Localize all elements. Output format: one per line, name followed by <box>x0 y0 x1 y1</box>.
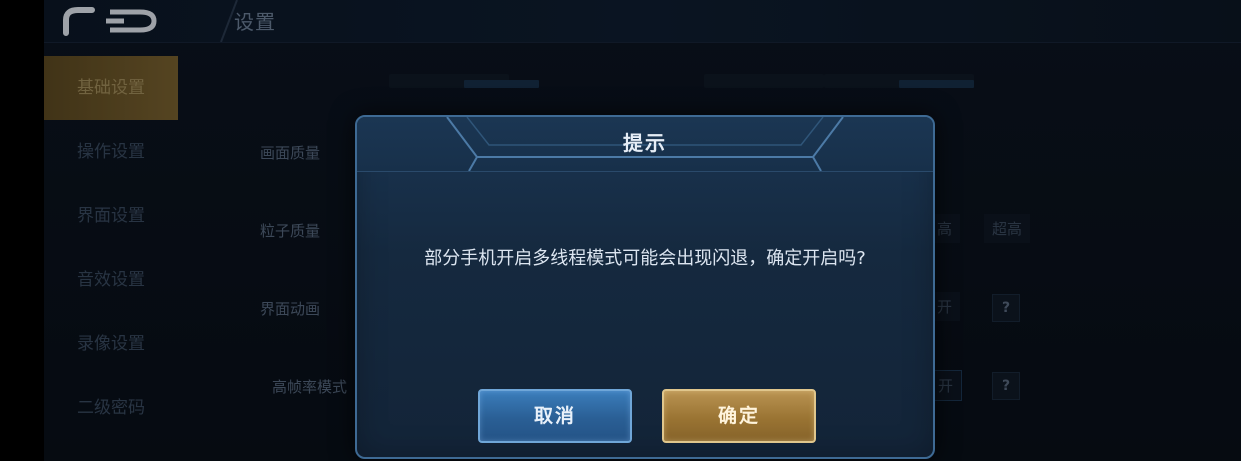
confirm-dialog: 提示 部分手机开启多线程模式可能会出现闪退，确定开启吗? 取消 确定 <box>355 115 935 459</box>
dialog-header: 提示 <box>357 117 933 172</box>
dialog-title: 提示 <box>623 131 667 155</box>
cancel-button[interactable]: 取消 <box>478 389 632 443</box>
confirm-button[interactable]: 确定 <box>662 389 816 443</box>
screen-edge-left <box>0 0 44 461</box>
dialog-message: 部分手机开启多线程模式可能会出现闪退，确定开启吗? <box>424 248 866 269</box>
